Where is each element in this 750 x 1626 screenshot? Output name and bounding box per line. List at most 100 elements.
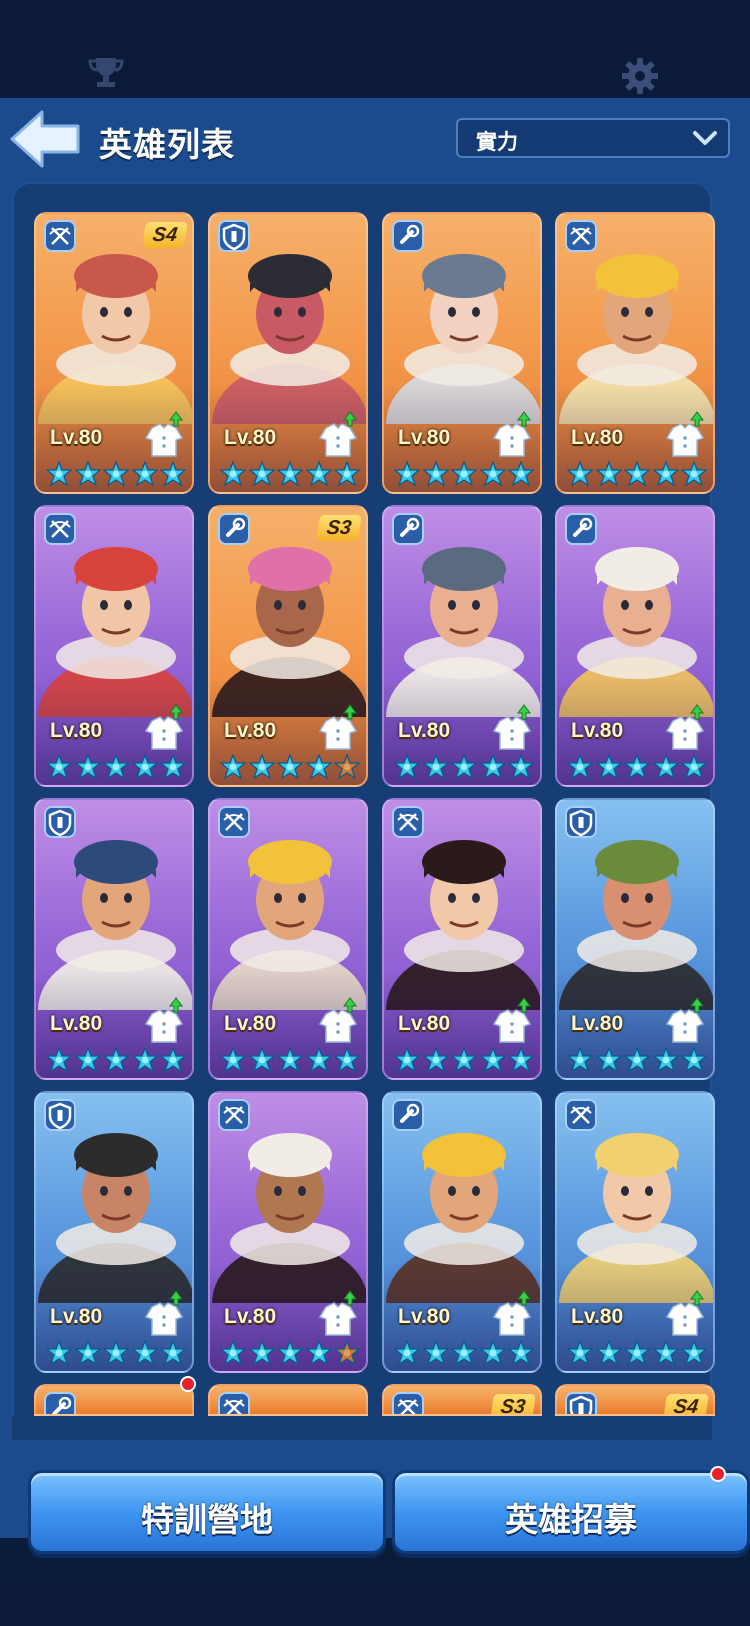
star-empty-icon [333,1339,361,1366]
hero-star-rating [566,460,708,488]
star-filled-icon [102,753,130,780]
star-filled-icon [247,1046,276,1073]
gear-upgrade-icon[interactable] [490,410,534,460]
hero-star-rating [45,460,187,488]
star-filled-icon [247,1339,276,1366]
hero-recruit-label: 英雄招募 [505,1501,637,1538]
star-filled-icon [478,460,507,487]
hero-card[interactable]: S3 Lv.80 [208,505,368,787]
hero-star-rating [566,1339,708,1367]
hero-level: Lv.80 [224,1305,277,1328]
star-filled-icon [159,753,187,780]
hero-card[interactable]: Lv.80 [555,505,715,787]
gear-upgrade-icon[interactable] [142,996,186,1046]
star-filled-icon [45,1339,73,1366]
hero-star-rating [45,1339,187,1367]
star-filled-icon [450,753,478,780]
back-arrow-icon[interactable] [8,108,82,170]
gear-upgrade-icon[interactable] [663,996,707,1046]
hero-card[interactable]: Lv.80 [382,212,542,494]
star-filled-icon [45,753,73,780]
hero-star-rating [219,753,361,781]
hero-card[interactable]: Lv.80 [34,1091,194,1373]
hero-level: Lv.80 [224,426,277,449]
gear-upgrade-icon[interactable] [490,996,534,1046]
star-filled-icon [680,753,708,780]
season-badge: S3 [490,1394,536,1414]
gear-upgrade-icon[interactable] [663,703,707,753]
season-badge: S3 [316,515,362,541]
hero-card[interactable]: S3 [382,1384,542,1416]
crossbow-icon [44,220,76,252]
hero-card[interactable]: Lv.80 [34,798,194,1080]
gear-upgrade-icon[interactable] [316,996,360,1046]
star-filled-icon [219,1339,247,1366]
gear-upgrade-icon[interactable] [316,1289,360,1339]
star-filled-icon [247,460,276,487]
star-filled-icon [159,1046,187,1073]
gear-upgrade-icon[interactable] [490,703,534,753]
star-filled-icon [304,1046,333,1073]
sort-selected-label: 實力 [476,131,518,154]
hero-card[interactable]: Lv.80 [208,798,368,1080]
star-filled-icon [393,1339,421,1366]
gear-upgrade-icon[interactable] [316,703,360,753]
hero-card[interactable]: Lv.80 [382,1091,542,1373]
star-filled-icon [623,1339,651,1366]
star-filled-icon [73,1046,102,1073]
hero-card[interactable] [208,1384,368,1416]
hero-recruit-button[interactable]: 英雄招募 [392,1470,750,1554]
gear-upgrade-icon[interactable] [142,410,186,460]
hero-level: Lv.80 [50,1305,103,1328]
hero-card[interactable]: Lv.80 [208,212,368,494]
crossbow-icon [218,1392,250,1414]
gear-upgrade-icon[interactable] [142,1289,186,1339]
star-filled-icon [130,460,159,487]
panel-gap-left [0,1416,12,1440]
hero-level: Lv.80 [571,1012,624,1035]
season-badge: S4 [663,1394,709,1414]
hero-star-rating [393,1339,535,1367]
season-badge: S4 [142,222,188,248]
wrench-icon [392,513,424,545]
crossbow-icon [392,1392,424,1414]
star-filled-icon [219,460,247,487]
star-filled-icon [680,1339,708,1366]
star-empty-icon [333,753,361,780]
hero-card[interactable]: Lv.80 [34,505,194,787]
hero-card[interactable]: Lv.80 [555,798,715,1080]
hero-card[interactable]: Lv.80 [382,798,542,1080]
star-filled-icon [421,460,450,487]
hero-card[interactable]: Lv.80 [208,1091,368,1373]
hero-card[interactable]: Lv.80 [555,1091,715,1373]
sort-dropdown[interactable]: 實力 [456,118,730,158]
star-filled-icon [73,753,102,780]
hero-card[interactable]: Lv.80 [382,505,542,787]
trophy-icon[interactable] [86,52,126,92]
gear-upgrade-icon[interactable] [316,410,360,460]
gear-upgrade-icon[interactable] [142,703,186,753]
hero-card[interactable] [34,1384,194,1416]
training-camp-button[interactable]: 特訓營地 [28,1470,386,1554]
gear-icon[interactable] [620,56,660,96]
shield-icon [44,1099,76,1131]
panel-bottom-rounded [12,1416,712,1440]
star-filled-icon [566,1339,594,1366]
star-filled-icon [623,753,651,780]
gear-upgrade-icon[interactable] [490,1289,534,1339]
star-filled-icon [566,1046,594,1073]
hero-star-rating [393,460,535,488]
wrench-icon [218,513,250,545]
star-filled-icon [478,1046,507,1073]
hero-card[interactable]: S4 [555,1384,715,1416]
star-filled-icon [45,1046,73,1073]
star-filled-icon [651,1339,680,1366]
star-filled-icon [304,460,333,487]
hero-level: Lv.80 [50,1012,103,1035]
gear-upgrade-icon[interactable] [663,410,707,460]
crossbow-icon [218,1099,250,1131]
hero-card[interactable]: S4 Lv.80 [34,212,194,494]
hero-card[interactable]: Lv.80 [555,212,715,494]
star-filled-icon [333,460,361,487]
gear-upgrade-icon[interactable] [663,1289,707,1339]
